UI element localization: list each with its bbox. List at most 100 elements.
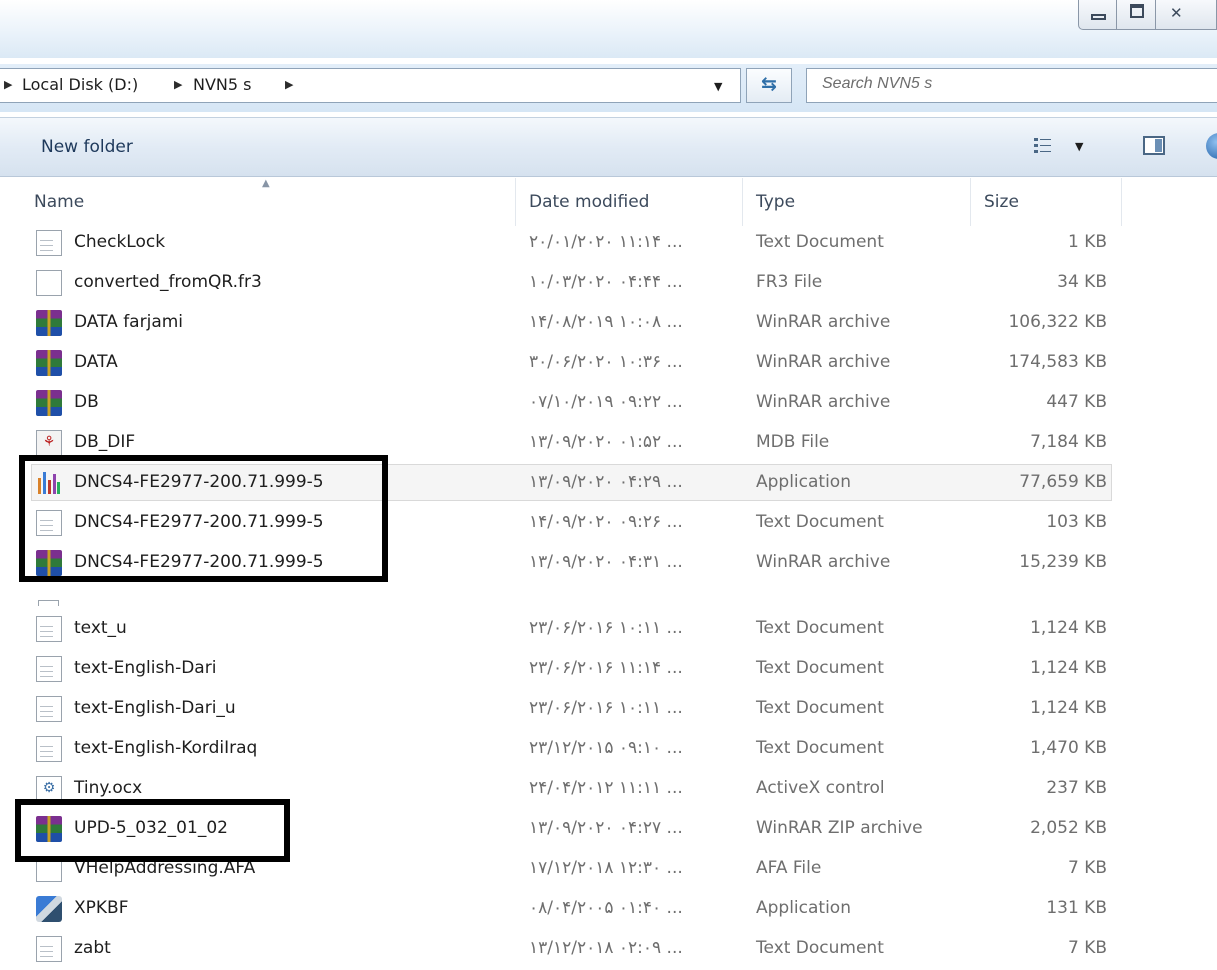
breadcrumb-local-disk[interactable]: Local Disk (D:) [22, 75, 138, 94]
text-file-icon [36, 656, 62, 682]
column-divider[interactable] [1121, 178, 1122, 226]
file-type: Text Document [756, 618, 884, 638]
file-row[interactable]: zabt ۱۳/۱۲/۲۰۱۸ ۰۲:۰۹ ... Text Document 7 K… [0, 930, 1217, 970]
column-header-type[interactable]: Type [756, 192, 795, 212]
file-date-modified: ۲۳/۱۲/۲۰۱۵ ۰۹:۱۰ ... [529, 738, 683, 758]
file-name[interactable]: CheckLock [74, 232, 165, 252]
column-divider[interactable] [742, 178, 743, 226]
file-row[interactable]: text-English-Dari_u ۲۳/۰۶/۲۰۱۶ ۱۰:۱۱ ... T… [0, 690, 1217, 730]
preview-pane-icon[interactable] [1143, 136, 1165, 155]
file-row[interactable]: DATA farjami ۱۴/۰۸/۲۰۱۹ ۱۰:۰۸ ... WinRAR a… [0, 304, 1217, 344]
file-size: 1,124 KB [1030, 658, 1107, 678]
file-size: 15,239 KB [1019, 552, 1107, 572]
file-size: 174,583 KB [1008, 352, 1107, 372]
column-header-name[interactable]: Name [34, 192, 84, 212]
breadcrumb-arrow-icon[interactable]: ▶ [285, 78, 293, 91]
file-date-modified: ۱۴/۰۹/۲۰۲۰ ۰۹:۲۶ ... [529, 512, 683, 532]
change-view-icon[interactable] [1034, 138, 1051, 154]
column-header-date[interactable]: Date modified [529, 192, 649, 212]
file-type: WinRAR archive [756, 352, 891, 372]
file-type: Text Document [756, 938, 884, 958]
highlight-box-upd-file [15, 799, 290, 862]
breadcrumb-arrow-icon[interactable]: ▶ [174, 78, 182, 91]
file-date-modified: ۲۳/۰۶/۲۰۱۶ ۱۰:۱۱ ... [529, 618, 683, 638]
file-date-modified: ۱۳/۰۹/۲۰۲۰ ۰۴:۲۷ ... [529, 818, 683, 838]
file-name[interactable]: zabt [74, 938, 111, 958]
file-type: Application [756, 898, 851, 918]
command-toolbar: New folder ▼ [0, 117, 1217, 177]
file-type: AFA File [756, 858, 822, 878]
file-row[interactable]: CheckLock ۲۰/۰۱/۲۰۲۰ ۱۱:۱۴ ... Text Docume… [0, 224, 1217, 264]
minimize-button[interactable] [1078, 0, 1117, 30]
sort-ascending-icon: ▲ [262, 178, 270, 189]
file-name[interactable]: XPKBF [74, 898, 129, 918]
file-name[interactable]: text-English-Dari [74, 658, 216, 678]
maximize-icon [1130, 4, 1144, 18]
file-name[interactable]: DB [74, 392, 99, 412]
file-size: 237 KB [1046, 778, 1107, 798]
file-type: Text Document [756, 698, 884, 718]
file-size: 34 KB [1057, 272, 1107, 292]
search-placeholder: Search NVN5 s [822, 75, 933, 92]
search-input[interactable]: Search NVN5 s [806, 68, 1217, 103]
file-name[interactable]: DB_DIF [74, 432, 135, 452]
column-divider[interactable] [515, 178, 516, 226]
file-date-modified: ۱۳/۱۲/۲۰۱۸ ۰۲:۰۹ ... [529, 938, 683, 958]
file-date-modified: ۱۴/۰۸/۲۰۱۹ ۱۰:۰۸ ... [529, 312, 683, 332]
file-row[interactable]: DB ۰۷/۱۰/۲۰۱۹ ۰۹:۲۲ ... WinRAR archive 447 … [0, 384, 1217, 424]
column-divider[interactable] [970, 178, 971, 226]
breadcrumb-arrow-icon[interactable]: ▶ [4, 78, 12, 91]
file-size: 103 KB [1046, 512, 1107, 532]
file-type: Application [756, 472, 851, 492]
file-date-modified: ۲۴/۰۴/۲۰۱۲ ۱۱:۱۱ ... [529, 778, 683, 798]
partially-hidden-row [0, 594, 1217, 606]
file-row[interactable]: DATA ۳۰/۰۶/۲۰۲۰ ۱۰:۳۶ ... WinRAR archive 17… [0, 344, 1217, 384]
winrar-icon [36, 350, 62, 376]
breadcrumb-nvn5s[interactable]: NVN5 s [193, 75, 251, 94]
file-row[interactable]: text-English-Dari ۲۳/۰۶/۲۰۱۶ ۱۱:۱۴ ... Tex… [0, 650, 1217, 690]
file-date-modified: ۲۳/۰۶/۲۰۱۶ ۱۰:۱۱ ... [529, 698, 683, 718]
file-name[interactable]: text-English-Dari_u [74, 698, 236, 718]
file-date-modified: ۱۳/۰۹/۲۰۲۰ ۰۴:۳۱ ... [529, 552, 683, 572]
new-folder-button[interactable]: New folder [41, 137, 133, 157]
file-type: WinRAR archive [756, 392, 891, 412]
winrar-icon [36, 390, 62, 416]
file-type: ActiveX control [756, 778, 885, 798]
file-row[interactable]: text_u ۲۳/۰۶/۲۰۱۶ ۱۰:۱۱ ... Text Document 1… [0, 610, 1217, 650]
file-name[interactable]: Tiny.ocx [74, 778, 142, 798]
file-size: 447 KB [1046, 392, 1107, 412]
text-file-icon [36, 736, 62, 762]
file-size: 131 KB [1046, 898, 1107, 918]
file-type: Text Document [756, 512, 884, 532]
file-type: WinRAR archive [756, 312, 891, 332]
file-name[interactable]: DATA [74, 352, 118, 372]
text-file-icon [36, 696, 62, 722]
file-row[interactable]: converted_fromQR.fr3 ۱۰/۰۳/۲۰۲۰ ۰۴:۴۴ ...… [0, 264, 1217, 304]
file-date-modified: ۱۳/۰۹/۲۰۲۰ ۰۱:۵۲ ... [529, 432, 683, 452]
file-type: MDB File [756, 432, 830, 452]
file-date-modified: ۰۸/۰۴/۲۰۰۵ ۰۱:۴۰ ... [529, 898, 683, 918]
refresh-button[interactable]: ⇆ [746, 68, 792, 103]
file-type: FR3 File [756, 272, 823, 292]
view-dropdown-icon[interactable]: ▼ [1075, 140, 1083, 153]
file-row[interactable]: text-English-KordiIraq ۲۳/۱۲/۲۰۱۵ ۰۹:۱۰ .… [0, 730, 1217, 770]
maximize-button[interactable] [1116, 0, 1156, 30]
column-headers: ▲ Name Date modified Type Size [0, 178, 1217, 226]
breadcrumb[interactable]: ▶ Local Disk (D:) ▶ NVN5 s ▶ ▼ [0, 68, 741, 103]
column-header-size[interactable]: Size [984, 192, 1019, 212]
close-button[interactable]: ✕ [1155, 0, 1217, 30]
file-name[interactable]: DATA farjami [74, 312, 183, 332]
access-db-icon: ⚘ [36, 430, 62, 456]
file-name[interactable]: text_u [74, 618, 127, 638]
file-date-modified: ۲۰/۰۱/۲۰۲۰ ۱۱:۱۴ ... [529, 232, 683, 252]
file-row[interactable]: XPKBF ۰۸/۰۴/۲۰۰۵ ۰۱:۴۰ ... Application 131 … [0, 890, 1217, 930]
file-size: 7 KB [1067, 858, 1107, 878]
file-name[interactable]: text-English-KordiIraq [74, 738, 257, 758]
file-date-modified: ۰۷/۱۰/۲۰۱۹ ۰۹:۲۲ ... [529, 392, 683, 412]
file-type: Text Document [756, 658, 884, 678]
file-name[interactable]: converted_fromQR.fr3 [74, 272, 262, 292]
file-size: 7 KB [1067, 938, 1107, 958]
address-dropdown-icon[interactable]: ▼ [714, 80, 722, 93]
file-size: 7,184 KB [1030, 432, 1107, 452]
file-date-modified: ۲۳/۰۶/۲۰۱۶ ۱۱:۱۴ ... [529, 658, 683, 678]
